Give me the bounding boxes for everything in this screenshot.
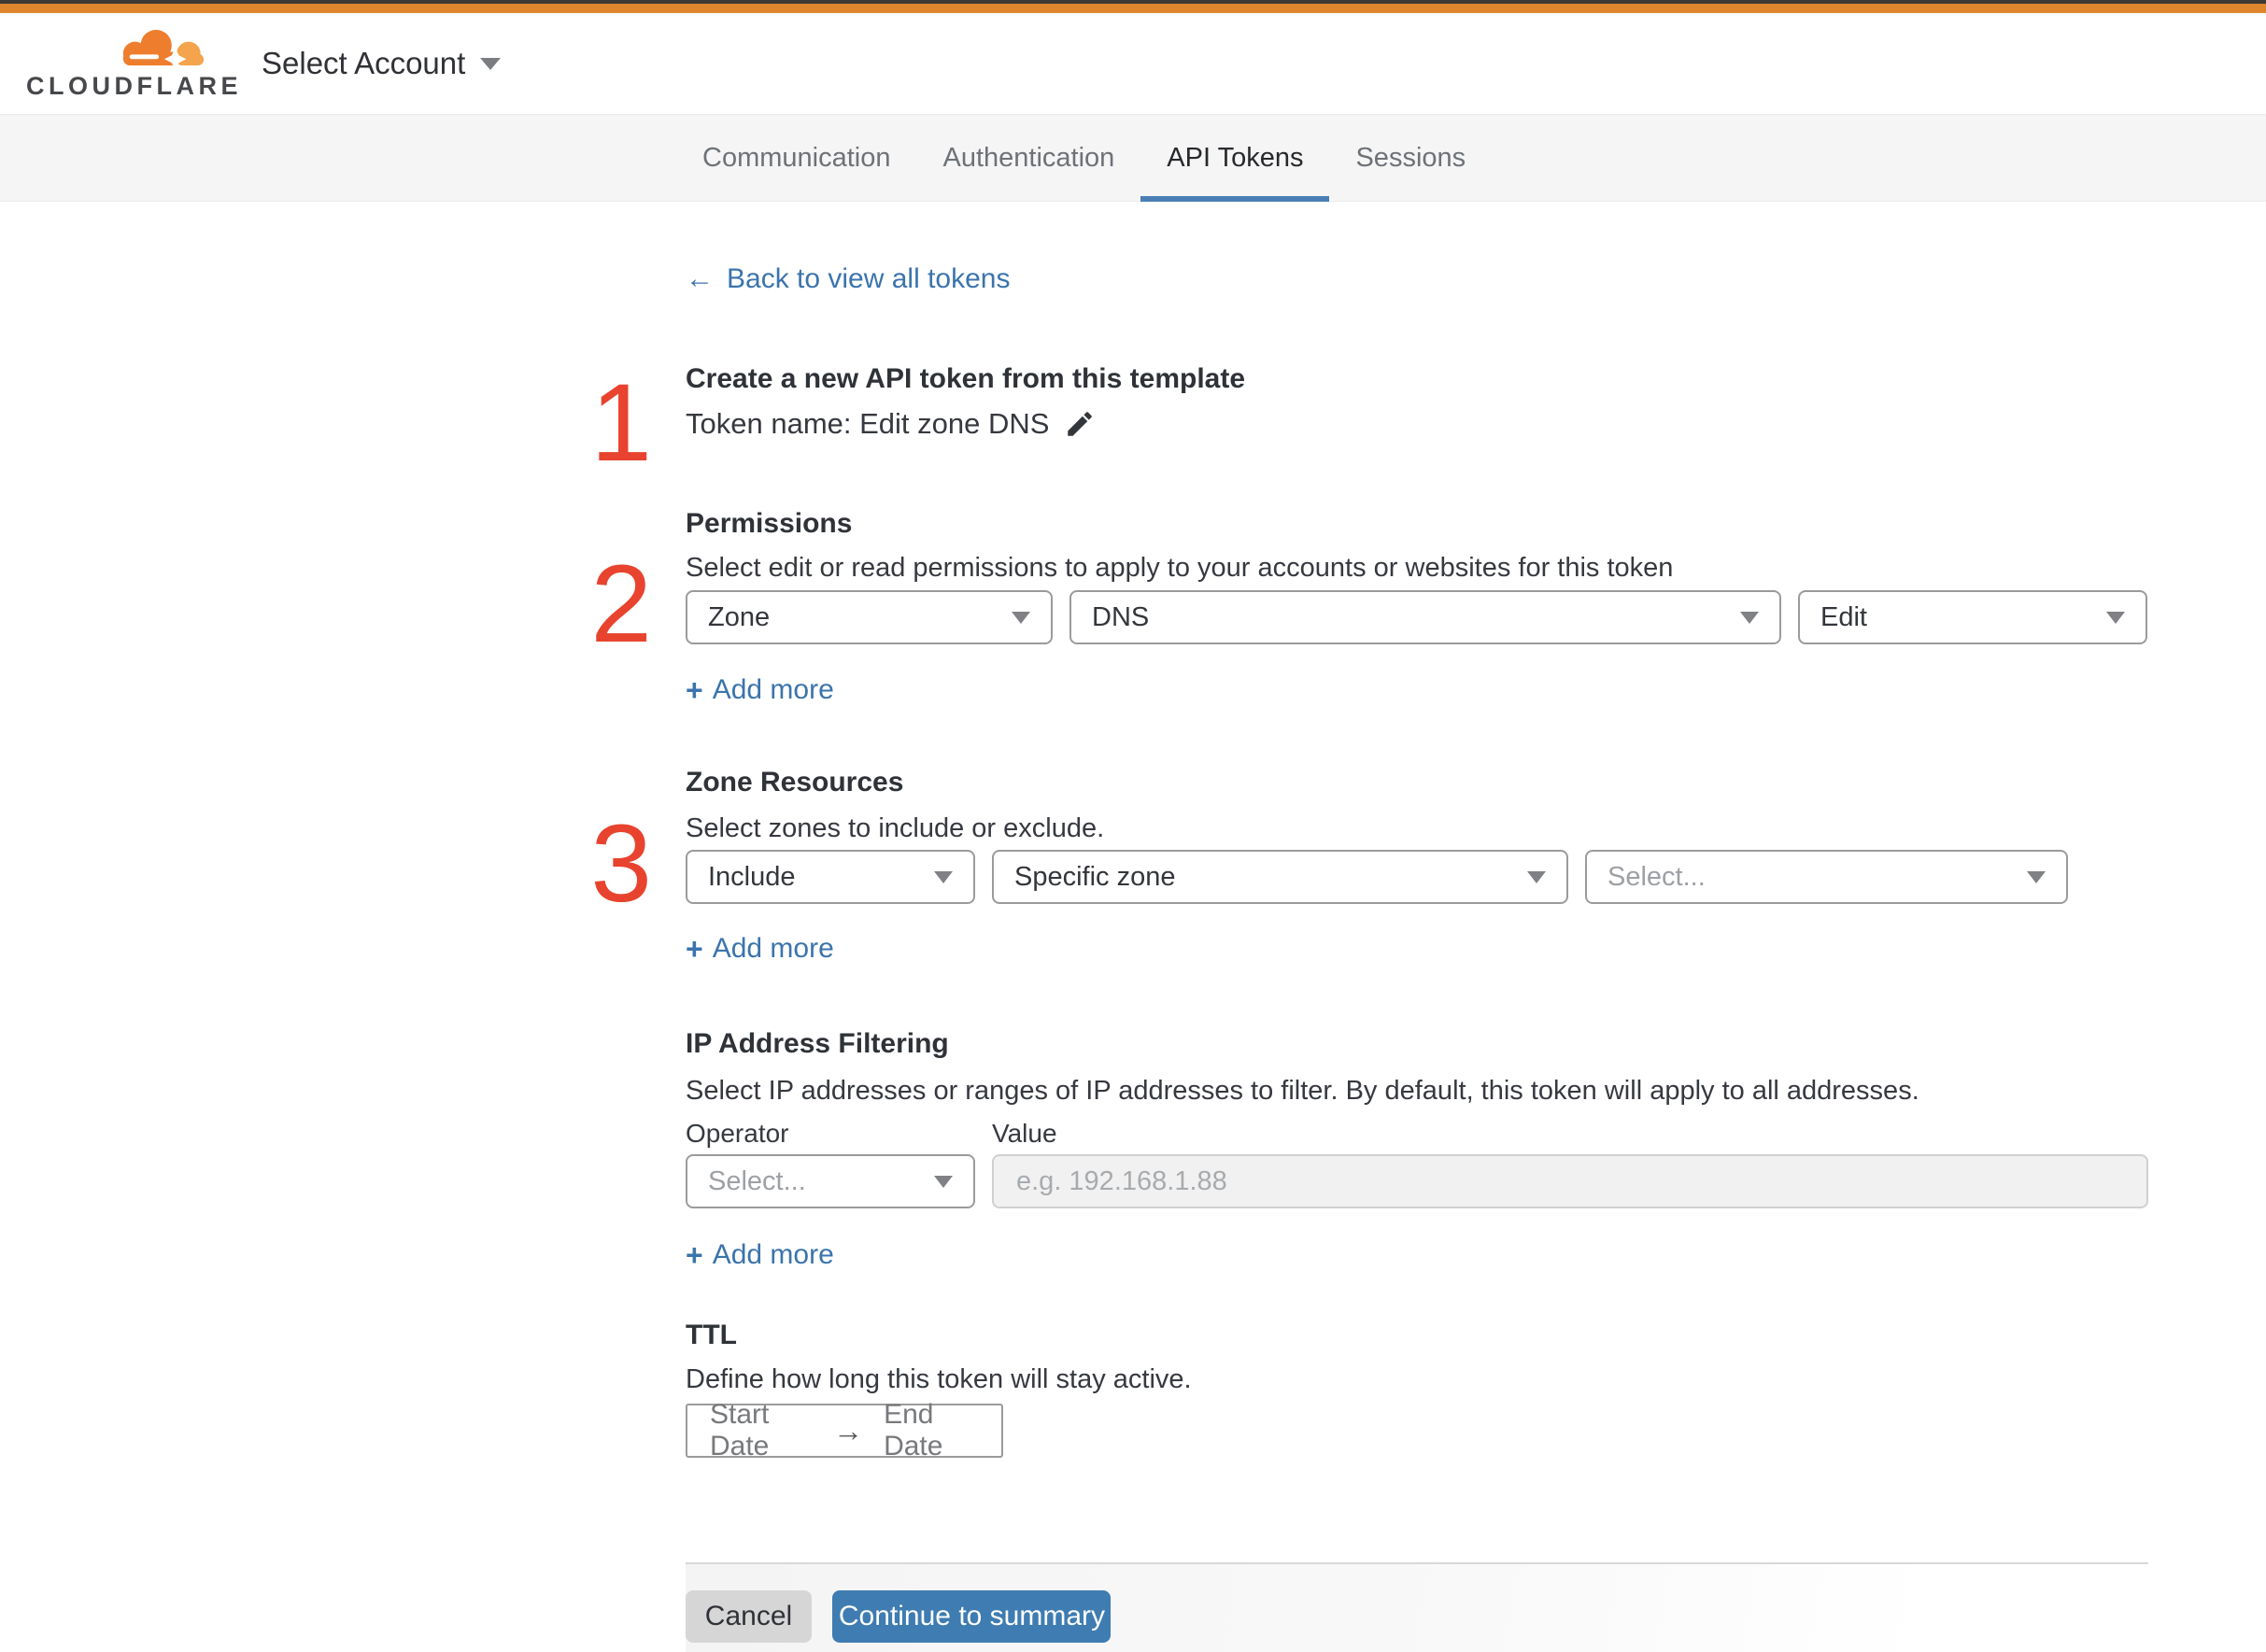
add-more-label: Add more [712, 933, 834, 964]
chevron-down-icon [934, 1175, 953, 1188]
dropdown-value: Specific zone [1014, 861, 1176, 892]
tab-api-tokens[interactable]: API Tokens [1140, 115, 1330, 202]
cloudflare-logo[interactable]: CLOUDFLARE [26, 22, 237, 106]
permission-scope-dropdown[interactable]: Zone [686, 590, 1053, 644]
tab-label: API Tokens [1167, 142, 1304, 173]
dropdown-placeholder: Select... [1607, 861, 1706, 892]
chevron-down-icon [1740, 611, 1759, 624]
zone-resources-add-more-link[interactable]: + Add more [686, 932, 834, 966]
permissions-add-more-link[interactable]: + Add more [686, 673, 834, 707]
value-label: Value [992, 1119, 1057, 1148]
edit-pencil-icon[interactable] [1064, 408, 1096, 440]
dropdown-value: Include [708, 861, 796, 892]
zone-resources-row: Include Specific zone Select... [686, 850, 2148, 904]
form-footer: Cancel Continue to summary [686, 1564, 2148, 1652]
permissions-row: Zone DNS Edit [686, 590, 2148, 644]
cancel-button[interactable]: Cancel [686, 1590, 812, 1643]
plus-icon: + [686, 1238, 703, 1272]
chevron-down-icon [1527, 870, 1546, 883]
ip-filtering-labels: Operator Value [686, 1120, 2148, 1148]
add-more-label: Add more [712, 1239, 834, 1270]
ip-filtering-description: Select IP addresses or ranges of IP addr… [686, 1076, 1919, 1106]
permissions-description: Select edit or read permissions to apply… [686, 553, 1674, 583]
brand-orange-bar [0, 4, 2266, 13]
chevron-down-icon [2027, 870, 2046, 883]
dropdown-value: DNS [1092, 601, 1150, 632]
permissions-heading: Permissions [686, 508, 853, 539]
chevron-down-icon [934, 870, 953, 883]
token-name-row: Token name: Edit zone DNS [686, 405, 2148, 443]
dropdown-value: Edit [1820, 601, 1867, 632]
right-arrow-icon: → [833, 1413, 864, 1447]
plus-icon: + [686, 932, 703, 966]
dropdown-placeholder: Select... [708, 1165, 806, 1196]
ip-filtering-row: Select... [686, 1154, 2148, 1208]
tab-authentication[interactable]: Authentication [916, 115, 1140, 201]
zone-type-dropdown[interactable]: Specific zone [992, 850, 1568, 904]
ip-filtering-add-more-link[interactable]: + Add more [686, 1238, 834, 1272]
tab-label: Authentication [942, 142, 1115, 173]
tab-sessions[interactable]: Sessions [1329, 115, 1492, 201]
template-heading: Create a new API token from this templat… [686, 363, 1246, 394]
continue-to-summary-button[interactable]: Continue to summary [832, 1590, 1112, 1643]
ttl-description: Define how long this token will stay act… [686, 1364, 1192, 1394]
ip-operator-dropdown[interactable]: Select... [686, 1154, 975, 1208]
ttl-heading: TTL [686, 1320, 737, 1350]
add-more-label: Add more [712, 674, 834, 705]
start-date-placeholder: Start Date [710, 1399, 770, 1461]
back-arrow-icon: ← [686, 263, 714, 294]
plus-icon: + [686, 673, 703, 707]
zone-select-dropdown[interactable]: Select... [1585, 850, 2068, 904]
account-selector-label: Select Account [262, 46, 466, 80]
back-link-label: Back to view all tokens [727, 263, 1011, 294]
permission-resource-dropdown[interactable]: DNS [1069, 590, 1781, 644]
step-number-2: 2 [590, 543, 652, 666]
chevron-down-icon [1012, 611, 1030, 624]
zone-mode-dropdown[interactable]: Include [686, 850, 975, 904]
tab-label: Sessions [1355, 142, 1466, 173]
profile-tabbar: Communication Authentication API Tokens … [0, 114, 2266, 202]
token-name-label: Token name: Edit zone DNS [686, 407, 1050, 440]
cloudflare-cloud-icon [122, 29, 205, 71]
brand-wordmark: CLOUDFLARE [26, 72, 242, 100]
ttl-date-range-picker[interactable]: Start Date → End Date [686, 1399, 1003, 1461]
chevron-down-icon [2106, 611, 2125, 624]
token-form: 1 2 3 ← Back to view all tokens Create a… [590, 202, 2148, 1652]
zone-resources-heading: Zone Resources [686, 767, 904, 798]
step-number-3: 3 [590, 802, 652, 925]
ip-filtering-heading: IP Address Filtering [686, 1028, 949, 1059]
tab-label: Communication [702, 142, 891, 173]
app-header: CLOUDFLARE Select Account [0, 13, 2266, 114]
permission-access-dropdown[interactable]: Edit [1798, 590, 2147, 644]
end-date-placeholder: End Date [884, 1399, 943, 1461]
tab-communication[interactable]: Communication [676, 115, 916, 201]
chevron-down-icon [480, 57, 502, 70]
back-to-tokens-link[interactable]: ← Back to view all tokens [686, 263, 1010, 295]
ip-value-input[interactable] [992, 1154, 2148, 1208]
operator-label: Operator [686, 1119, 789, 1148]
step-number-1: 1 [590, 361, 652, 485]
zone-resources-description: Select zones to include or exclude. [686, 813, 1105, 843]
dropdown-value: Zone [708, 601, 771, 632]
account-selector-dropdown[interactable]: Select Account [262, 13, 502, 114]
